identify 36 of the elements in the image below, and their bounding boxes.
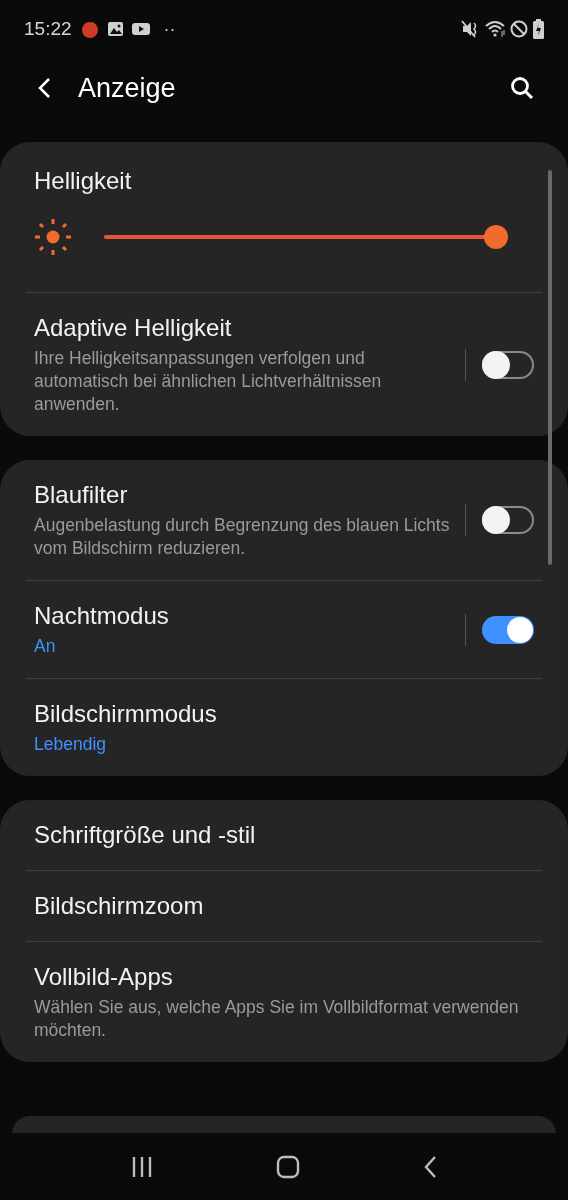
toggle-switch[interactable] xyxy=(482,506,534,534)
wifi-icon xyxy=(485,19,507,39)
status-time: 15:22 xyxy=(24,16,72,41)
image-icon xyxy=(106,21,124,37)
setting-title: Bildschirmmodus xyxy=(34,699,218,729)
setting-title: Blaufilter xyxy=(34,480,129,510)
back-icon xyxy=(37,77,51,99)
toggle-switch[interactable] xyxy=(482,615,534,644)
battery-charging-icon xyxy=(533,19,544,39)
video-icon xyxy=(131,22,150,36)
brightness-icon xyxy=(34,218,72,256)
setting-title: Adaptive Helligkeit xyxy=(34,313,233,343)
brightness-slider[interactable] xyxy=(104,225,508,249)
recent-apps-button[interactable] xyxy=(131,1155,154,1178)
toggle-switch[interactable] xyxy=(482,350,534,379)
page-title: Anzeige xyxy=(78,71,176,105)
more-notifications: ·· xyxy=(163,17,176,41)
back-nav-button[interactable] xyxy=(422,1154,437,1179)
setting-description: Augenbelastung durch Begrenzung des blauen Lichts vom Bildschirm reduzieren. xyxy=(34,514,451,560)
setting-title: Nachtmodus xyxy=(34,601,170,631)
setting-title: Bildschirmzoom xyxy=(34,891,205,921)
setting-title: Vollbild-Apps xyxy=(34,962,174,992)
search-icon xyxy=(510,76,534,100)
home-button[interactable] xyxy=(276,1154,300,1179)
back-icon xyxy=(422,1154,437,1179)
setting-description: Ihre Helligkeitsanpassungen verfolgen und automatisch bei ähnlichen Lichtverhältnissen anwenden. xyxy=(34,347,383,416)
setting-value: An xyxy=(34,635,57,658)
home-icon xyxy=(276,1154,300,1179)
app-icon xyxy=(79,19,100,39)
setting-title: Schriftgröße und -stil xyxy=(34,820,257,850)
recent-apps-icon xyxy=(131,1155,154,1178)
setting-title: Helligkeit xyxy=(34,166,133,196)
search-button[interactable] xyxy=(508,74,536,102)
blocked-icon xyxy=(510,20,528,38)
setting-value: Lebendig xyxy=(34,733,108,756)
setting-description: Wählen Sie aus, welche Apps Sie im Vollbildformat verwenden möchten. xyxy=(34,996,520,1042)
